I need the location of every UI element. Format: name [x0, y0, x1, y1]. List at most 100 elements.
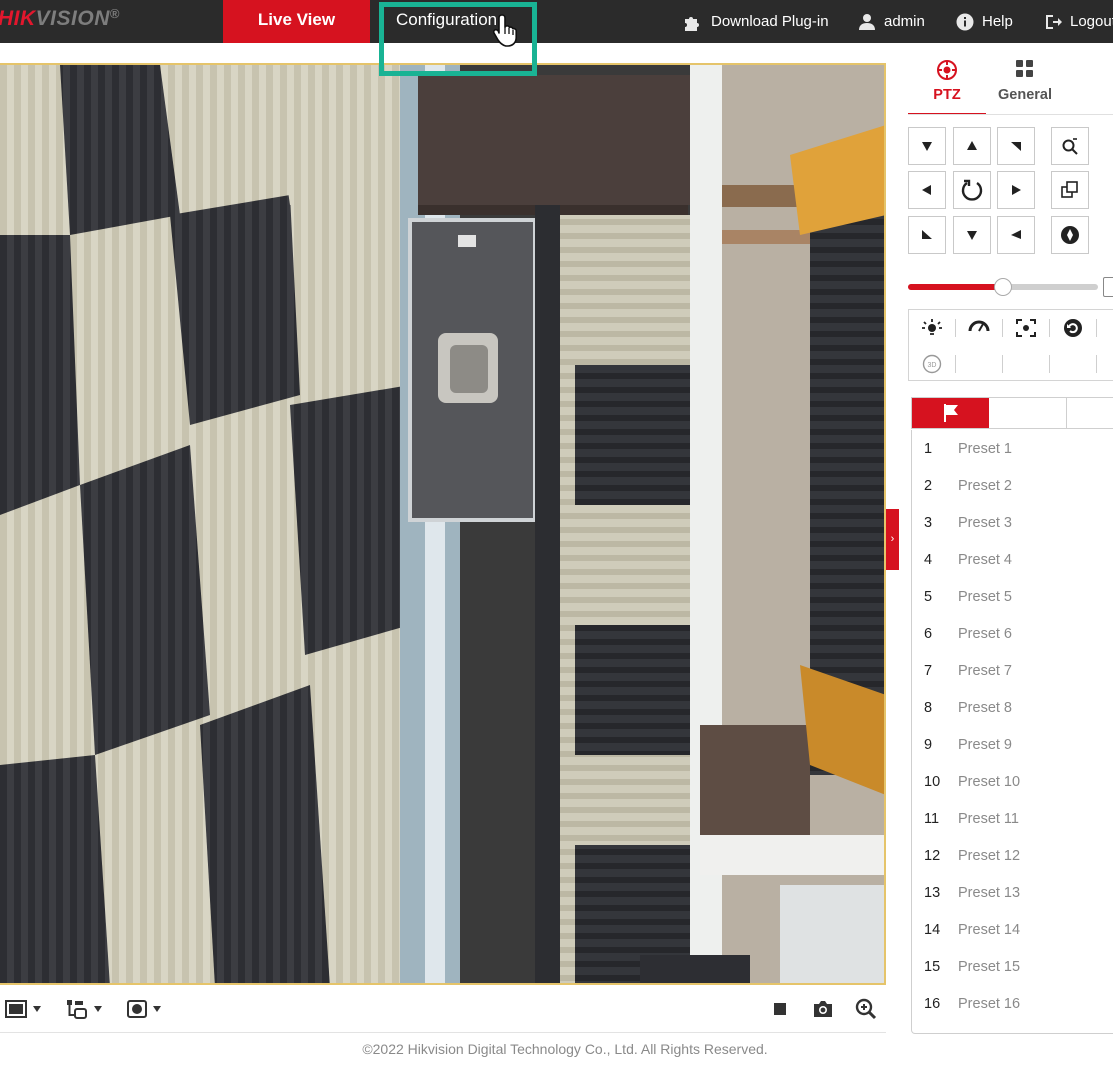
preset-name: Preset 9	[958, 736, 1012, 753]
caret-down-icon	[94, 1006, 102, 1012]
ptz-speed-slider[interactable]	[908, 278, 1098, 296]
iris-button[interactable]	[1051, 216, 1089, 254]
logout-label: Logout	[1070, 12, 1113, 30]
panel-collapse-toggle[interactable]: ›	[886, 509, 899, 570]
ptz-down-right-button[interactable]	[997, 216, 1035, 254]
preset-number: 11	[924, 810, 940, 827]
light-icon	[922, 319, 942, 335]
preset-row[interactable]: 10 Preset 10	[912, 763, 1113, 800]
live-video-feed[interactable]	[0, 63, 886, 985]
preset-name: Preset 16	[958, 995, 1021, 1012]
preset-row[interactable]: 9 Preset 9	[912, 726, 1113, 763]
tab-divider	[908, 114, 1113, 115]
preset-row[interactable]: 6 Preset 6	[912, 615, 1113, 652]
one-touch-focus-button[interactable]	[1003, 310, 1049, 346]
ptz-auto-rotate-button[interactable]	[953, 171, 991, 209]
preset-row[interactable]: 14 Preset 14	[912, 911, 1113, 948]
puzzle-icon	[685, 16, 699, 31]
ptz-speed-thumb[interactable]	[994, 278, 1012, 296]
3d-positioning-button[interactable]: 3D	[909, 346, 955, 382]
caret-down-icon	[33, 1006, 41, 1012]
ptz-left-button[interactable]	[908, 171, 946, 209]
tab-preset[interactable]	[912, 398, 989, 428]
copyright-footer: ©2022 Hikvision Digital Technology Co., …	[362, 1041, 768, 1057]
function-separator	[955, 355, 956, 373]
stop-live-view-button[interactable]	[773, 997, 787, 1021]
aperture-icon	[1061, 226, 1079, 244]
preset-row[interactable]: 15 Preset 15	[912, 948, 1113, 985]
display-mode-icon	[127, 1000, 147, 1018]
display-mode-button[interactable]	[127, 997, 161, 1021]
preset-name: Preset 14	[958, 921, 1021, 938]
wiper-button[interactable]	[956, 310, 1002, 346]
preset-number: 5	[924, 588, 933, 605]
preset-number: 3	[924, 514, 933, 531]
digital-zoom-button[interactable]	[855, 997, 877, 1021]
light-button[interactable]	[909, 310, 955, 346]
focus-icon	[1061, 181, 1078, 198]
preset-row[interactable]: 11 Preset 11	[912, 800, 1113, 837]
hikvision-logo: HIKVISION®	[0, 6, 120, 30]
tab-patrol[interactable]	[989, 398, 1067, 428]
preset-name: Preset 1	[958, 440, 1012, 457]
ptz-speed-value-box	[1103, 277, 1113, 297]
preset-row[interactable]: 2 Preset 2	[912, 467, 1113, 504]
download-plugin-link[interactable]: Download Plug-in	[683, 0, 829, 43]
reset-icon	[1064, 319, 1082, 337]
3d-positioning-icon: 3D	[922, 354, 942, 374]
arrow-left-icon	[922, 185, 931, 195]
window-layout-icon	[5, 1000, 27, 1018]
ptz-right-button[interactable]	[997, 171, 1035, 209]
preset-row[interactable]: 3 Preset 3	[912, 504, 1113, 541]
preset-number: 16	[924, 995, 941, 1012]
tab-ptz[interactable]: PTZ	[908, 56, 986, 115]
preset-row[interactable]: 4 Preset 4	[912, 541, 1113, 578]
ptz-down-left-button[interactable]	[908, 216, 946, 254]
ptz-up-left-button[interactable]	[908, 127, 946, 165]
hand-cursor-icon	[492, 13, 523, 52]
preset-row[interactable]: 7 Preset 7	[912, 652, 1113, 689]
preset-row[interactable]: 8 Preset 8	[912, 689, 1113, 726]
preset-row[interactable]: 16 Preset 16	[912, 985, 1113, 1022]
preset-row[interactable]: 13 Preset 13	[912, 874, 1113, 911]
arrow-down-icon	[967, 231, 977, 240]
zoom-in-icon	[855, 998, 877, 1020]
tab-general[interactable]: General	[990, 56, 1060, 115]
snapshot-button[interactable]	[812, 997, 834, 1021]
preset-name: Preset 4	[958, 551, 1012, 568]
preset-name: Preset 7	[958, 662, 1012, 679]
grid-icon	[1016, 60, 1033, 77]
svg-text:3D: 3D	[928, 362, 937, 369]
preset-number: 12	[924, 847, 941, 864]
window-layout-button[interactable]	[5, 997, 41, 1021]
preset-tabs	[911, 397, 1113, 429]
ptz-up-button[interactable]	[953, 127, 991, 165]
function-separator	[1049, 355, 1050, 373]
preset-number: 10	[924, 773, 941, 790]
download-plugin-label: Download Plug-in	[711, 12, 829, 30]
preset-row[interactable]: 5 Preset 5	[912, 578, 1113, 615]
video-toolbar	[0, 985, 886, 1033]
arrow-down-left-icon	[922, 142, 932, 151]
lens-initialization-button[interactable]	[1050, 310, 1096, 346]
preset-name: Preset 10	[958, 773, 1021, 790]
caret-down-icon	[153, 1006, 161, 1012]
stream-type-button[interactable]	[66, 997, 102, 1021]
zoom-in-ptz-button[interactable]	[1051, 127, 1089, 165]
preset-name: Preset 13	[958, 884, 1021, 901]
arrow-up-left-icon	[922, 230, 932, 239]
preset-name: Preset 2	[958, 477, 1012, 494]
ptz-down-button[interactable]	[953, 216, 991, 254]
live-view-tab[interactable]: Live View	[223, 0, 370, 43]
preset-row[interactable]: 12 Preset 12	[912, 837, 1113, 874]
logout-link[interactable]: Logout	[1044, 0, 1113, 43]
help-link[interactable]: Help	[956, 0, 1013, 43]
preset-row[interactable]: 1 Preset 1	[912, 430, 1113, 467]
ptz-up-right-button[interactable]	[997, 127, 1035, 165]
stop-icon	[774, 1003, 786, 1015]
user-menu[interactable]: admin	[858, 0, 925, 43]
zoom-icon	[1062, 138, 1078, 155]
preset-number: 14	[924, 921, 941, 938]
arrow-left-up-icon	[1011, 230, 1021, 239]
focus-button[interactable]	[1051, 171, 1089, 209]
